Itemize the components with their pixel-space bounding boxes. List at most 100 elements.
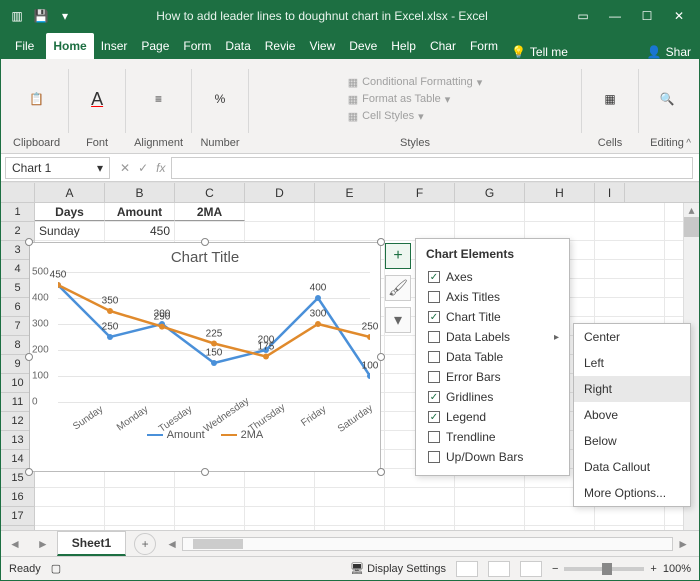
chart-element-up-down-bars[interactable]: Up/Down Bars <box>426 447 563 467</box>
display-settings-label: Display Settings <box>367 563 446 575</box>
tab-insert[interactable]: Inser <box>94 33 135 59</box>
view-page-break-button[interactable] <box>520 561 542 577</box>
chart-element-chart-title[interactable]: ✓Chart Title <box>426 307 563 327</box>
submenu-right[interactable]: Right <box>574 376 690 402</box>
worksheet-grid[interactable]: A B C D E F G H I 1234567891011121314151… <box>1 182 699 530</box>
share-button[interactable]: 👤Shar <box>647 45 697 59</box>
chart-element-data-table[interactable]: Data Table <box>426 347 563 367</box>
submenu-center[interactable]: Center <box>574 324 690 350</box>
col-F[interactable]: F <box>385 183 455 202</box>
submenu-data-callout[interactable]: Data Callout <box>574 454 690 480</box>
chart-element-trendline[interactable]: Trendline <box>426 427 563 447</box>
chart-element-axes[interactable]: ✓Axes <box>426 267 563 287</box>
collapse-ribbon-icon[interactable]: ^ <box>686 138 691 149</box>
submenu-more-options-[interactable]: More Options... <box>574 480 690 506</box>
col-C[interactable]: C <box>175 183 245 202</box>
col-B[interactable]: B <box>105 183 175 202</box>
tab-developer[interactable]: Deve <box>342 33 384 59</box>
paste-button[interactable]: 📋 <box>17 79 57 119</box>
number-button[interactable]: % <box>200 79 240 119</box>
tell-me[interactable]: 💡Tell me <box>511 45 568 59</box>
chart-element-axis-titles[interactable]: Axis Titles <box>426 287 563 307</box>
view-page-layout-button[interactable] <box>488 561 510 577</box>
zoom-slider[interactable] <box>564 567 644 571</box>
row-1[interactable]: 1 <box>1 203 34 222</box>
alignment-button[interactable]: ≡ <box>139 79 179 119</box>
chart-object[interactable]: Chart Title 0100200300400500450350250290… <box>29 242 381 472</box>
tab-page-layout[interactable]: Page <box>134 33 176 59</box>
cells-button[interactable]: ▦ <box>590 79 630 119</box>
select-all-corner[interactable] <box>1 183 35 202</box>
zoom-control[interactable]: − + 100% <box>552 563 691 575</box>
formula-input[interactable] <box>171 157 693 179</box>
chart-element-gridlines[interactable]: ✓Gridlines <box>426 387 563 407</box>
editing-button[interactable]: 🔍 <box>647 79 687 119</box>
ribbon-options-icon[interactable]: ▭ <box>569 6 597 26</box>
minimize-icon[interactable]: — <box>601 6 629 26</box>
view-normal-button[interactable] <box>456 561 478 577</box>
chart-filters-button[interactable]: ▾ <box>385 307 411 333</box>
chart-plot-area[interactable]: 0100200300400500450350250290300225150200… <box>58 272 370 402</box>
tab-file[interactable]: File <box>3 33 46 59</box>
maximize-icon[interactable]: ☐ <box>633 6 661 26</box>
row-16[interactable]: 16 <box>1 488 34 507</box>
col-I[interactable]: I <box>595 183 625 202</box>
submenu-above[interactable]: Above <box>574 402 690 428</box>
col-E[interactable]: E <box>315 183 385 202</box>
cell-C1[interactable]: 2MA <box>175 203 245 221</box>
cell-A2[interactable]: Sunday <box>35 222 105 240</box>
row-18[interactable]: 18 <box>1 526 34 530</box>
col-G[interactable]: G <box>455 183 525 202</box>
tab-home[interactable]: Home <box>46 33 93 59</box>
checkbox-icon <box>428 331 440 343</box>
chart-elements-button[interactable]: + <box>385 243 411 269</box>
tab-data[interactable]: Data <box>218 33 257 59</box>
cell-A1[interactable]: Days <box>35 203 105 221</box>
cellstyles-icon: ▦ <box>348 110 358 123</box>
enter-icon[interactable]: ✓ <box>138 161 148 175</box>
tab-format[interactable]: Form <box>463 33 505 59</box>
col-A[interactable]: A <box>35 183 105 202</box>
chart-element-legend[interactable]: ✓Legend <box>426 407 563 427</box>
data-label: 300 <box>154 309 171 320</box>
zoom-in-icon[interactable]: + <box>650 563 656 575</box>
name-box[interactable]: Chart 1▾ <box>5 157 110 179</box>
zoom-out-icon[interactable]: − <box>552 563 558 575</box>
display-settings-button[interactable]: 🖥 Display Settings <box>350 562 446 575</box>
data-label: 350 <box>102 296 119 307</box>
chart-title[interactable]: Chart Title <box>30 243 380 268</box>
tab-help[interactable]: Help <box>384 33 423 59</box>
chevron-down-icon: ▾ <box>97 161 103 175</box>
horizontal-scrollbar[interactable]: ◄ ► <box>162 537 693 551</box>
cell-B1[interactable]: Amount <box>105 203 175 221</box>
conditional-formatting-button[interactable]: ▦Conditional Formatting ▾ <box>348 76 483 89</box>
chart-element-error-bars[interactable]: Error Bars <box>426 367 563 387</box>
tab-view[interactable]: View <box>302 33 342 59</box>
col-D[interactable]: D <box>245 183 315 202</box>
cell-styles-button[interactable]: ▦Cell Styles ▾ <box>348 110 424 123</box>
cancel-icon[interactable]: ✕ <box>120 161 130 175</box>
sheet-next-icon[interactable]: ► <box>29 537 57 551</box>
close-icon[interactable]: ✕ <box>665 6 693 26</box>
tab-chart-design[interactable]: Char <box>423 33 463 59</box>
format-as-table-button[interactable]: ▦Format as Table ▾ <box>348 93 451 106</box>
chart-styles-button[interactable]: 🖌 <box>385 275 411 301</box>
col-H[interactable]: H <box>525 183 595 202</box>
submenu-below[interactable]: Below <box>574 428 690 454</box>
submenu-left[interactable]: Left <box>574 350 690 376</box>
font-button[interactable]: A <box>77 79 117 119</box>
sheet-tab-sheet1[interactable]: Sheet1 <box>57 531 126 556</box>
new-sheet-button[interactable]: + <box>134 533 156 555</box>
row-17[interactable]: 17 <box>1 507 34 526</box>
fx-icon[interactable]: fx <box>156 161 165 175</box>
checkbox-icon <box>428 451 440 463</box>
tab-review[interactable]: Revie <box>258 33 303 59</box>
chart-element-data-labels[interactable]: Data Labels <box>426 327 563 347</box>
sheet-prev-icon[interactable]: ◄ <box>1 537 29 551</box>
tab-formulas[interactable]: Form <box>176 33 218 59</box>
cell-B2[interactable]: 450 <box>105 222 175 240</box>
macro-record-icon[interactable]: ▢ <box>51 562 61 575</box>
save-icon[interactable]: 💾 <box>31 6 51 26</box>
autosave-icon[interactable]: ▥ <box>7 6 27 26</box>
qat-dropdown-icon[interactable]: ▾ <box>55 6 75 26</box>
